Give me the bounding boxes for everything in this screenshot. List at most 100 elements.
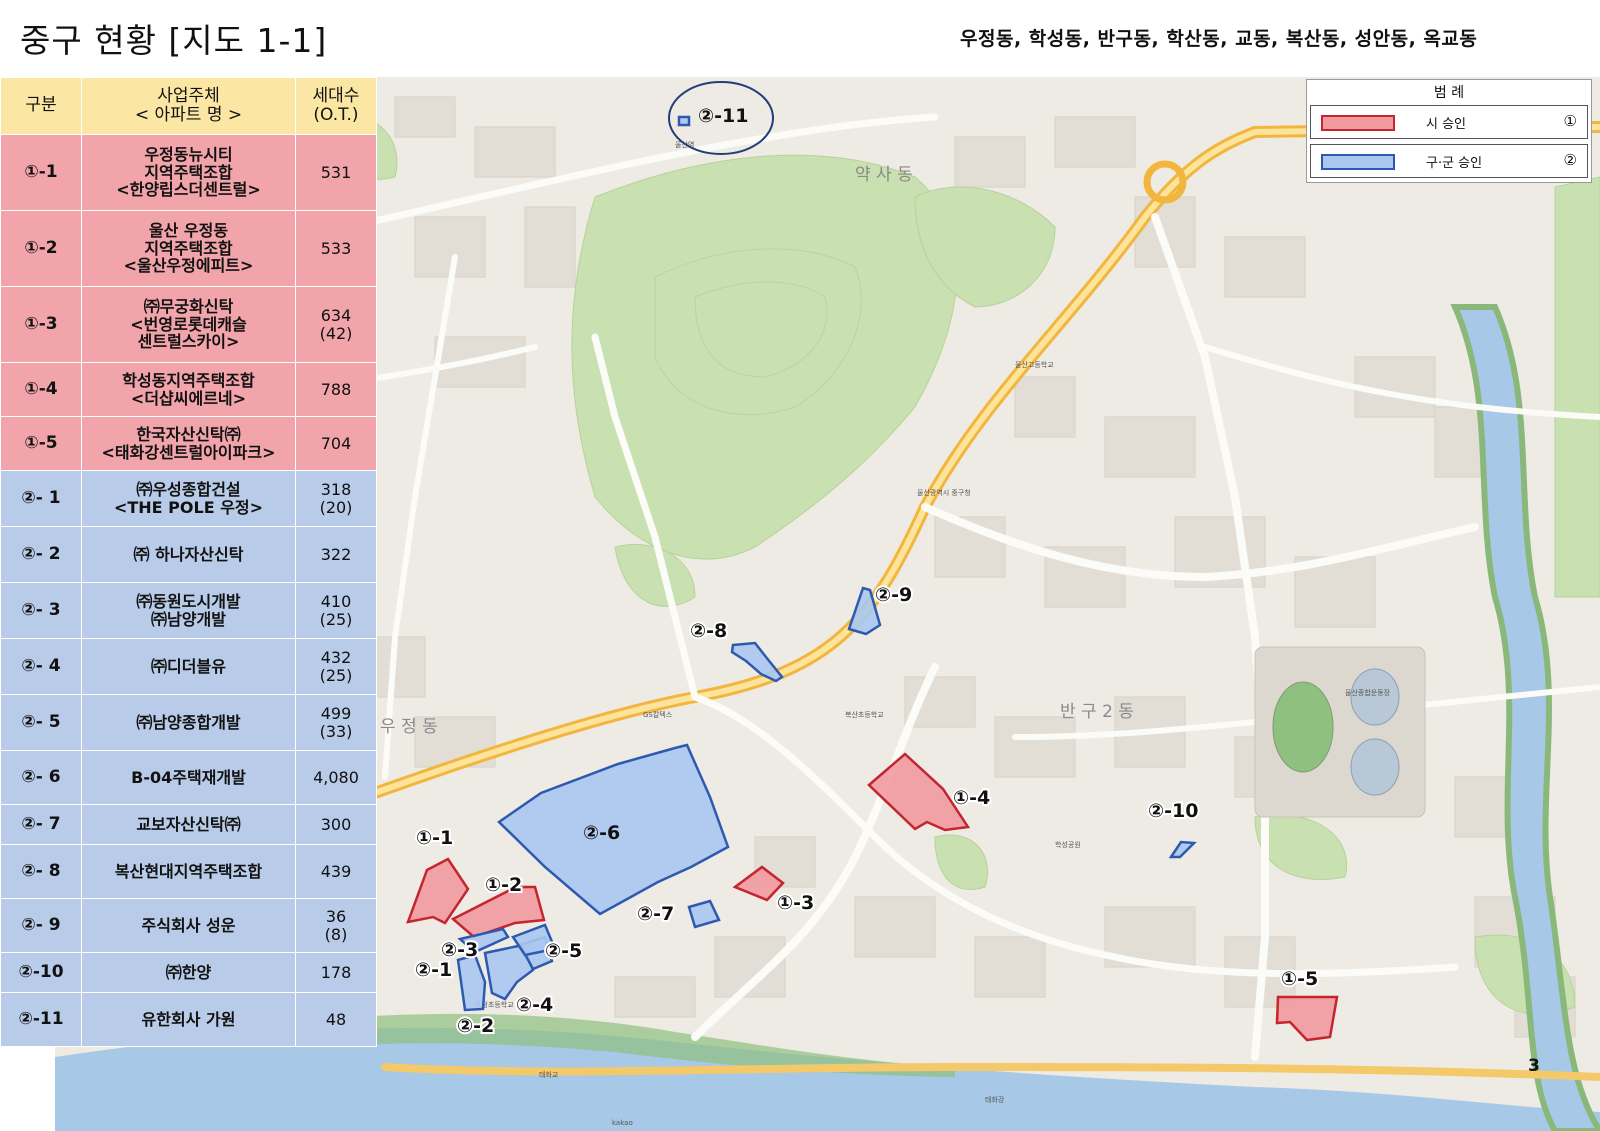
row-developer-line: <한양립스더센트럴> [116,180,261,200]
row-units-line: (25) [319,609,353,629]
district-yaksa: 약 사 동 [855,165,913,185]
row-developer: ㈜우성종합건설 <THE POLE 우정> [81,470,296,527]
legend-label-city: 시 승인 [1426,117,1467,132]
row-units-line: 634 [320,305,352,325]
row-units-line: 48 [325,1009,347,1029]
table-row: ②- 7 교보자산신탁㈜ 300 [0,804,377,845]
label-site-2-7: ②-7 [637,903,674,925]
table-row: ②- 8 복산현대지역주택조합 439 [0,844,377,899]
legend-swatch-city [1321,115,1395,131]
row-units: 48 [295,992,377,1047]
district-ujeong: 우 정 동 [380,717,438,737]
row-developer-line: 유한회사 가원 [141,1009,236,1029]
row-units-line: (33) [319,721,353,741]
dong-list: 우정동, 학성동, 반구동, 학산동, 교동, 복산동, 성안동, 옥교동 [960,28,1478,50]
row-units: 499 (33) [295,694,377,751]
legend: 범 례 시 승인 ① 구·군 승인 ② [1306,79,1592,183]
label-site-2-8: ②-8 [690,620,727,642]
label-site-2-9: ②-9 [875,584,912,606]
label-site-2-2: ②-2 [457,1015,494,1037]
row-developer: ㈜무궁화신탁 <번영로롯데캐슬 센트럴스카이> [81,286,296,363]
row-developer: ㈜남양종합개발 [81,694,296,751]
header-developer-line2: < 아파트 명 > [134,105,243,125]
header-developer: 사업주체 < 아파트 명 > [81,77,296,135]
poi-junggu-office: 울산광역시 중구청 [917,488,971,497]
label-site-2-5: ②-5 [545,940,582,962]
row-developer-line: ㈜디더블유 [151,656,226,676]
row-developer: ㈜ 하나자산신탁 [81,526,296,583]
table-row: ①-2 울산 우정동 지역주택조합 <울산우정에피트> 533 [0,210,377,287]
site-2-11 [677,115,691,127]
row-units: 36 (8) [295,898,377,953]
row-developer: 울산 우정동 지역주택조합 <울산우정에피트> [81,210,296,287]
label-site-2-6: ②-6 [583,822,620,844]
table-row: ②- 1 ㈜우성종합건설 <THE POLE 우정> 318 (20) [0,470,377,527]
row-code: ②- 7 [0,804,82,845]
header-category: 구분 [0,77,82,135]
label-site-2-4: ②-4 [516,994,553,1016]
row-units-line: 439 [320,861,352,881]
table-row: ②-10 ㈜한양 178 [0,952,377,993]
row-units: 531 [295,134,377,211]
row-developer-line: 지역주택조합 [144,238,233,258]
table-row: ①-1 우정동뉴시티 지역주택조합 <한양립스더센트럴> 531 [0,134,377,211]
row-developer-line: <더샵씨에르네> [130,388,247,408]
row-units-line: 704 [320,433,352,453]
row-developer: ㈜동원도시개발 ㈜남양개발 [81,582,296,639]
legend-label-gu: 구·군 승인 [1426,156,1483,171]
label-site-1-5: ①-5 [1281,968,1318,990]
row-code: ②- 4 [0,638,82,695]
row-developer-line: <울산우정에피트> [123,256,254,276]
row-units: 533 [295,210,377,287]
row-units: 4,080 [295,750,377,805]
header-units-line1: 세대수 [312,85,360,106]
label-site-1-3: ①-3 [777,892,814,914]
row-code: ②- 6 [0,750,82,805]
row-units-line: (42) [319,323,353,343]
row-units: 432 (25) [295,638,377,695]
legend-mark-city: ① [1563,112,1577,130]
row-units-line: 4,080 [313,767,359,787]
row-developer-line: ㈜남양종합개발 [136,712,241,732]
row-developer: 교보자산신탁㈜ [81,804,296,845]
row-code: ①-5 [0,416,82,471]
row-code: ②-10 [0,952,82,993]
poi-hakseong-park: 학성공원 [1055,840,1081,849]
label-site-1-4: ①-4 [953,787,990,809]
row-units: 178 [295,952,377,993]
row-units-line: 36 [325,906,347,926]
row-developer-line: ㈜남양개발 [151,609,226,629]
row-developer-line: ㈜ 하나자산신탁 [133,544,244,564]
header-units: 세대수 (O.T.) [295,77,377,135]
poi-ulsan-high: 울산고등학교 [1015,360,1054,369]
row-units-line: 499 [320,703,352,723]
row-developer-line: <번영로롯데캐슬 [130,314,247,334]
row-units-line: (8) [324,924,348,944]
table-row: ②- 5 ㈜남양종합개발 499 (33) [0,694,377,751]
row-developer-line: 한국자산신탁㈜ [136,424,241,444]
row-developer-line: 교보자산신탁㈜ [136,814,241,834]
row-units-line: 318 [320,479,352,499]
table-row: ②- 6 B-04주택재개발 4,080 [0,750,377,805]
legend-item-gu: 구·군 승인 ② [1310,144,1588,178]
poi-taehwa-river: 태화강 [985,1095,1005,1104]
row-units: 318 (20) [295,470,377,527]
row-code: ②-11 [0,992,82,1047]
table-row: ②- 2 ㈜ 하나자산신탁 322 [0,526,377,583]
row-developer-line: 주식회사 성운 [141,915,236,935]
row-code: ②- 8 [0,844,82,899]
row-units-line: 410 [320,591,352,611]
legend-swatch-gu [1321,154,1395,170]
header-developer-line1: 사업주체 [157,85,220,106]
table-row: ①-5 한국자산신탁㈜ <태화강센트럴아이파크> 704 [0,416,377,471]
poi-kakao: kakao [612,1119,633,1127]
poi-ulsan-complex: 울산종합운동장 [1345,688,1391,697]
row-developer: B-04주택재개발 [81,750,296,805]
row-code: ②- 2 [0,526,82,583]
legend-mark-gu: ② [1563,151,1577,169]
row-developer-line: ㈜우성종합건설 [136,479,241,499]
page-title: 중구 현황 [지도 1-1] [20,21,328,60]
poi-gs-caltex: GS칼텍스 [643,710,673,719]
legend-title: 범 례 [1433,85,1465,101]
row-units-line: 788 [320,379,352,399]
